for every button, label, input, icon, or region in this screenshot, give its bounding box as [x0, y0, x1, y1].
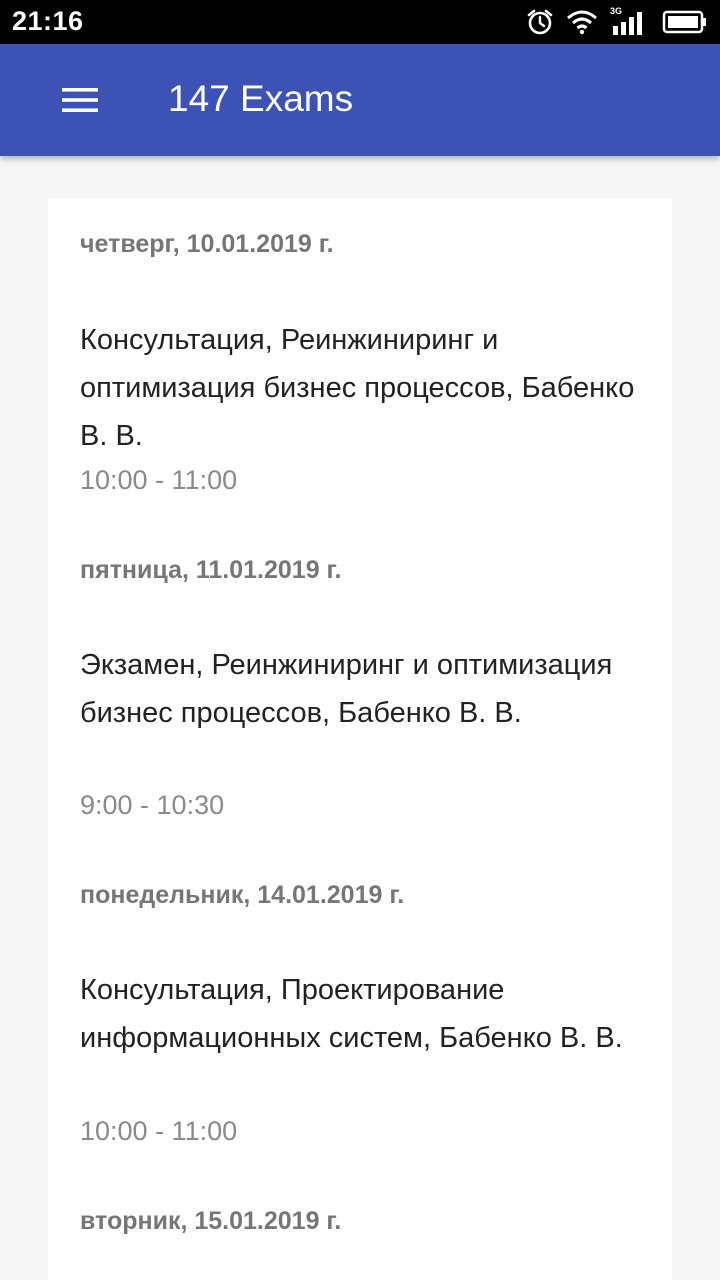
app-bar: 147 Exams: [0, 44, 720, 156]
alarm-icon: [526, 8, 554, 36]
exams-list-card: четверг, 10.01.2019 г. Консультация, Реи…: [48, 198, 672, 1280]
menu-button[interactable]: [48, 72, 112, 128]
signal-icon: 3G: [610, 6, 650, 36]
date-header: вторник, 15.01.2019 г.: [80, 1207, 342, 1235]
status-time: 21:16: [12, 6, 84, 36]
exam-title[interactable]: Консультация, Проектирование информацион…: [80, 966, 640, 1062]
date-header: четверг, 10.01.2019 г.: [80, 230, 334, 258]
status-icons: 3G: [526, 6, 708, 38]
date-header: понедельник, 14.01.2019 г.: [80, 881, 405, 909]
exam-title[interactable]: Консультация, Реинжиниринг и оптимизация…: [80, 316, 640, 460]
exam-time: 9:00 - 10:30: [80, 790, 225, 820]
date-header: пятница, 11.01.2019 г.: [80, 556, 342, 584]
exam-time: 10:00 - 11:00: [80, 465, 238, 495]
network-type-label: 3G: [610, 6, 623, 16]
exam-time: 10:00 - 11:00: [80, 1116, 238, 1146]
battery-icon: [662, 10, 708, 34]
status-bar: 21:16 3G: [0, 0, 720, 44]
hamburger-menu-icon: [62, 88, 98, 112]
exam-title[interactable]: Экзамен, Реинжиниринг и оптимизация бизн…: [80, 641, 640, 737]
wifi-icon: [566, 9, 598, 35]
page-title: 147 Exams: [168, 78, 354, 119]
